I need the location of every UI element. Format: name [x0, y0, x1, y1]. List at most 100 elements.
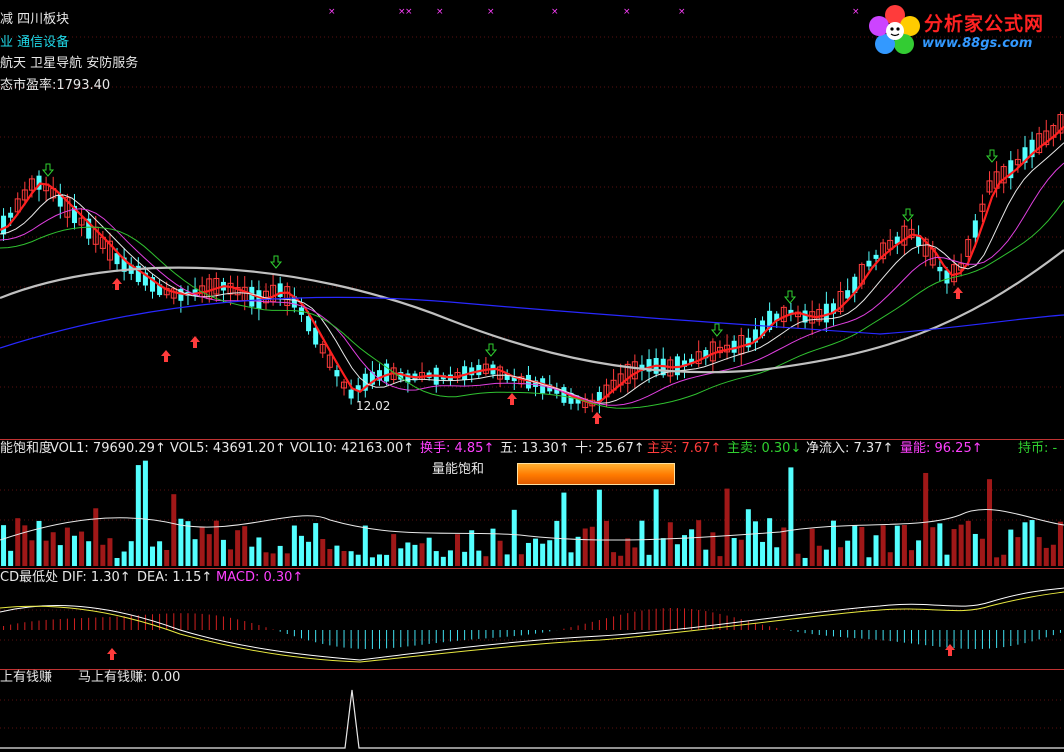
- volume-bar: [199, 527, 205, 566]
- volume-bar: [561, 492, 567, 566]
- volume-bar: [554, 520, 560, 566]
- volume-bar: [270, 553, 276, 566]
- volume-bar: [497, 540, 503, 566]
- volume-bar: [646, 554, 652, 566]
- candlestick-chart[interactable]: × × × × × × × × ×12.02: [0, 0, 1064, 752]
- main-sell-value: 主卖: 0.30↓: [727, 441, 802, 456]
- low-price-label: 12.02: [356, 399, 390, 413]
- volume-bar: [242, 526, 248, 566]
- macd-value: MACD: 0.30↑: [216, 570, 304, 585]
- volume-bar: [965, 520, 971, 566]
- five-value: 五: 13.30↑: [500, 441, 570, 456]
- volume-bar: [674, 544, 680, 566]
- site-logo: 分析家公式网 www.88gs.com: [864, 2, 1064, 62]
- volume-bar: [157, 541, 163, 566]
- volume-bar: [625, 538, 631, 566]
- volume-bar: [540, 543, 546, 566]
- volume-bar: [823, 549, 829, 566]
- candle-body: [462, 366, 468, 380]
- volume-bar: [398, 548, 404, 566]
- volume-bar: [994, 557, 1000, 566]
- volume-bar: [873, 535, 879, 566]
- volume-bar: [228, 549, 234, 566]
- volume-bar: [213, 520, 219, 566]
- dea-value: DEA: 1.15↑: [137, 570, 213, 585]
- volume-bar: [57, 545, 63, 566]
- main-buy-value: 主买: 7.67↑: [647, 441, 722, 456]
- candle-body: [972, 220, 978, 238]
- volume-indicator-name: 能饱和度: [0, 441, 53, 456]
- logo-url: www.88gs.com: [922, 36, 1033, 51]
- volume-bar: [596, 489, 602, 566]
- volume-bar: [100, 544, 106, 566]
- volume-bar: [1057, 521, 1063, 566]
- volume-bar: [341, 551, 347, 566]
- vol10-value: VOL10: 42163.00↑: [290, 441, 415, 456]
- volume-bar: [845, 540, 851, 566]
- volume-bar: [284, 553, 290, 566]
- volume-bar: [972, 533, 978, 566]
- volume-bar: [220, 539, 226, 566]
- volume-bar: [171, 494, 177, 566]
- flower-logo-icon: [869, 5, 920, 54]
- volume-bar: [298, 535, 304, 566]
- buy-arrow-icon: [592, 412, 602, 424]
- sector-label: 减 四川板块: [0, 12, 70, 27]
- volume-bar: [86, 541, 92, 566]
- volume-bar: [1050, 544, 1056, 566]
- volume-bar: [426, 537, 432, 566]
- candle-body: [866, 260, 872, 267]
- bottom-indicator-value: 马上有钱赚: 0.00: [78, 670, 181, 685]
- volume-bar: [348, 551, 354, 566]
- top-marker-icon: ×: [678, 7, 686, 17]
- volume-bar: [689, 529, 695, 566]
- volume-bar: [64, 527, 70, 566]
- volume-bar: [376, 554, 382, 566]
- volume-bar: [703, 549, 709, 566]
- volume-bar: [1, 525, 7, 566]
- volume-bar: [313, 523, 319, 566]
- volume-bar: [249, 546, 255, 566]
- volume-bar: [235, 530, 241, 566]
- vol5-value: VOL5: 43691.20↑: [170, 441, 286, 456]
- macd-panel-separator: [0, 568, 1064, 569]
- sell-arrow-icon: [484, 343, 498, 357]
- chart-stage[interactable]: × × × × × × × × × 12.02: [0, 0, 1064, 752]
- top-marker-icon: ×: [328, 7, 336, 17]
- volume-bar: [696, 520, 702, 566]
- volume-bar: [412, 544, 418, 566]
- volume-bar: [192, 539, 198, 566]
- volume-bar: [490, 528, 496, 566]
- volume-bar: [1036, 537, 1042, 566]
- volume-bar: [760, 541, 766, 566]
- volume-bar: [142, 460, 148, 566]
- ma5-line: [0, 125, 1064, 405]
- volume-bar: [320, 539, 326, 566]
- volume-bar: [150, 546, 156, 566]
- candle-body: [823, 303, 829, 323]
- volume-bar: [731, 538, 737, 566]
- volume-bar: [937, 523, 943, 566]
- volume-bar: [838, 547, 844, 566]
- volume-bar: [391, 534, 397, 566]
- volume-bar: [781, 527, 787, 566]
- volume-bar: [277, 545, 283, 566]
- net-inflow-value: 净流入: 7.37↑: [806, 441, 894, 456]
- top-marker-icon: ×: [852, 7, 860, 17]
- volume-bar: [667, 522, 673, 566]
- volume-bar: [639, 520, 645, 566]
- volume-bar: [71, 535, 77, 566]
- industry-label: 业 通信设备: [0, 35, 70, 50]
- volume-bar: [653, 489, 659, 566]
- volume-bar: [724, 488, 730, 566]
- volume-bar: [327, 549, 333, 566]
- volume-bar: [660, 538, 666, 566]
- volume-bar: [29, 540, 35, 566]
- buy-arrow-icon: [161, 350, 171, 362]
- volume-bar: [447, 550, 453, 566]
- volume-bar: [433, 551, 439, 566]
- saturation-bar: [517, 463, 675, 485]
- volume-bar: [830, 520, 836, 566]
- volume-bar: [107, 538, 113, 566]
- volume-bar: [384, 554, 390, 566]
